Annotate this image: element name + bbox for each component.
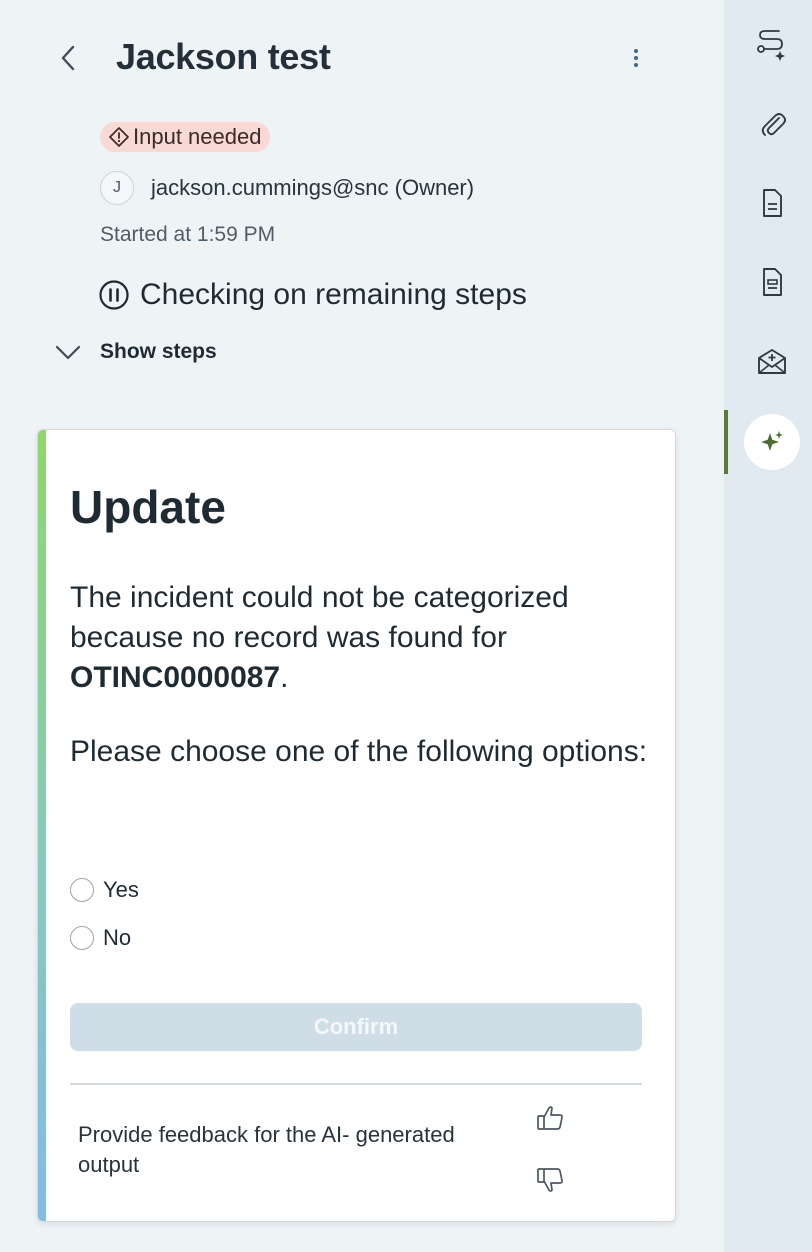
- pause-circle-icon: [99, 280, 129, 310]
- rail-active-indicator: [724, 410, 728, 474]
- rail-item-workflow[interactable]: [744, 16, 800, 72]
- chevron-down-icon: [55, 345, 81, 360]
- workflow-sparkle-icon: [757, 30, 785, 61]
- thumbs-down-button[interactable]: [534, 1164, 566, 1196]
- owner-row: J jackson.cummings@snc (Owner): [100, 171, 474, 205]
- document-lines-icon: [763, 268, 782, 296]
- radio-yes[interactable]: [70, 878, 94, 902]
- main-panel: Jackson test Input needed J jackson.cumm…: [0, 0, 724, 1252]
- feedback-text: Provide feedback for the AI- generated o…: [78, 1122, 455, 1177]
- thumbs-down-icon: [537, 1168, 563, 1192]
- rail-item-mail-add[interactable]: [744, 333, 800, 389]
- card-message: The incident could not be categorized be…: [70, 578, 650, 698]
- avatar: J: [100, 171, 134, 205]
- status-badge: Input needed: [100, 122, 271, 152]
- chevron-left-icon: [61, 45, 75, 71]
- back-button[interactable]: [52, 40, 84, 76]
- option-no[interactable]: No: [70, 925, 131, 951]
- show-steps-toggle[interactable]: Show steps: [54, 340, 217, 364]
- rail-item-attachments[interactable]: [744, 96, 800, 152]
- card-message-suffix: .: [280, 661, 289, 694]
- card-accent-bar: [38, 430, 46, 1221]
- option-yes-label: Yes: [103, 877, 139, 902]
- mail-add-icon: [758, 349, 786, 374]
- status-badge-label: Input needed: [133, 124, 262, 149]
- warning-diamond-icon: [109, 127, 129, 147]
- card-title: Update: [70, 481, 226, 533]
- more-options-button[interactable]: [622, 44, 650, 72]
- confirm-button[interactable]: Confirm: [70, 1003, 642, 1051]
- avatar-initial: J: [113, 179, 121, 196]
- show-steps-label: Show steps: [100, 340, 217, 363]
- thumbs-up-icon: [537, 1106, 563, 1130]
- rail-item-document[interactable]: [744, 175, 800, 231]
- rail-item-ai-assist[interactable]: [744, 414, 800, 470]
- current-step-label: Checking on remaining steps: [140, 278, 527, 311]
- page-title: Jackson test: [116, 36, 331, 77]
- owner-email: jackson.cummings@snc (Owner): [151, 175, 475, 200]
- card-question: Please choose one of the following optio…: [70, 735, 648, 768]
- thumbs-up-button[interactable]: [534, 1102, 566, 1134]
- current-step-row: Checking on remaining steps: [98, 278, 527, 312]
- record-id: OTINC0000087: [70, 661, 281, 694]
- started-time: Started at 1:59 PM: [100, 223, 276, 246]
- rail-item-document-lines[interactable]: [744, 254, 800, 310]
- document-icon: [763, 189, 782, 217]
- option-yes[interactable]: Yes: [70, 877, 139, 903]
- card-message-text: The incident could not be categorized be…: [70, 581, 569, 654]
- sparkle-icon: [761, 431, 783, 451]
- radio-no[interactable]: [70, 926, 94, 950]
- more-vertical-icon: [634, 49, 638, 67]
- paperclip-icon: [761, 113, 786, 136]
- option-no-label: No: [103, 925, 132, 950]
- card-divider: [70, 1083, 642, 1085]
- update-card: Update The incident could not be categor…: [37, 429, 676, 1222]
